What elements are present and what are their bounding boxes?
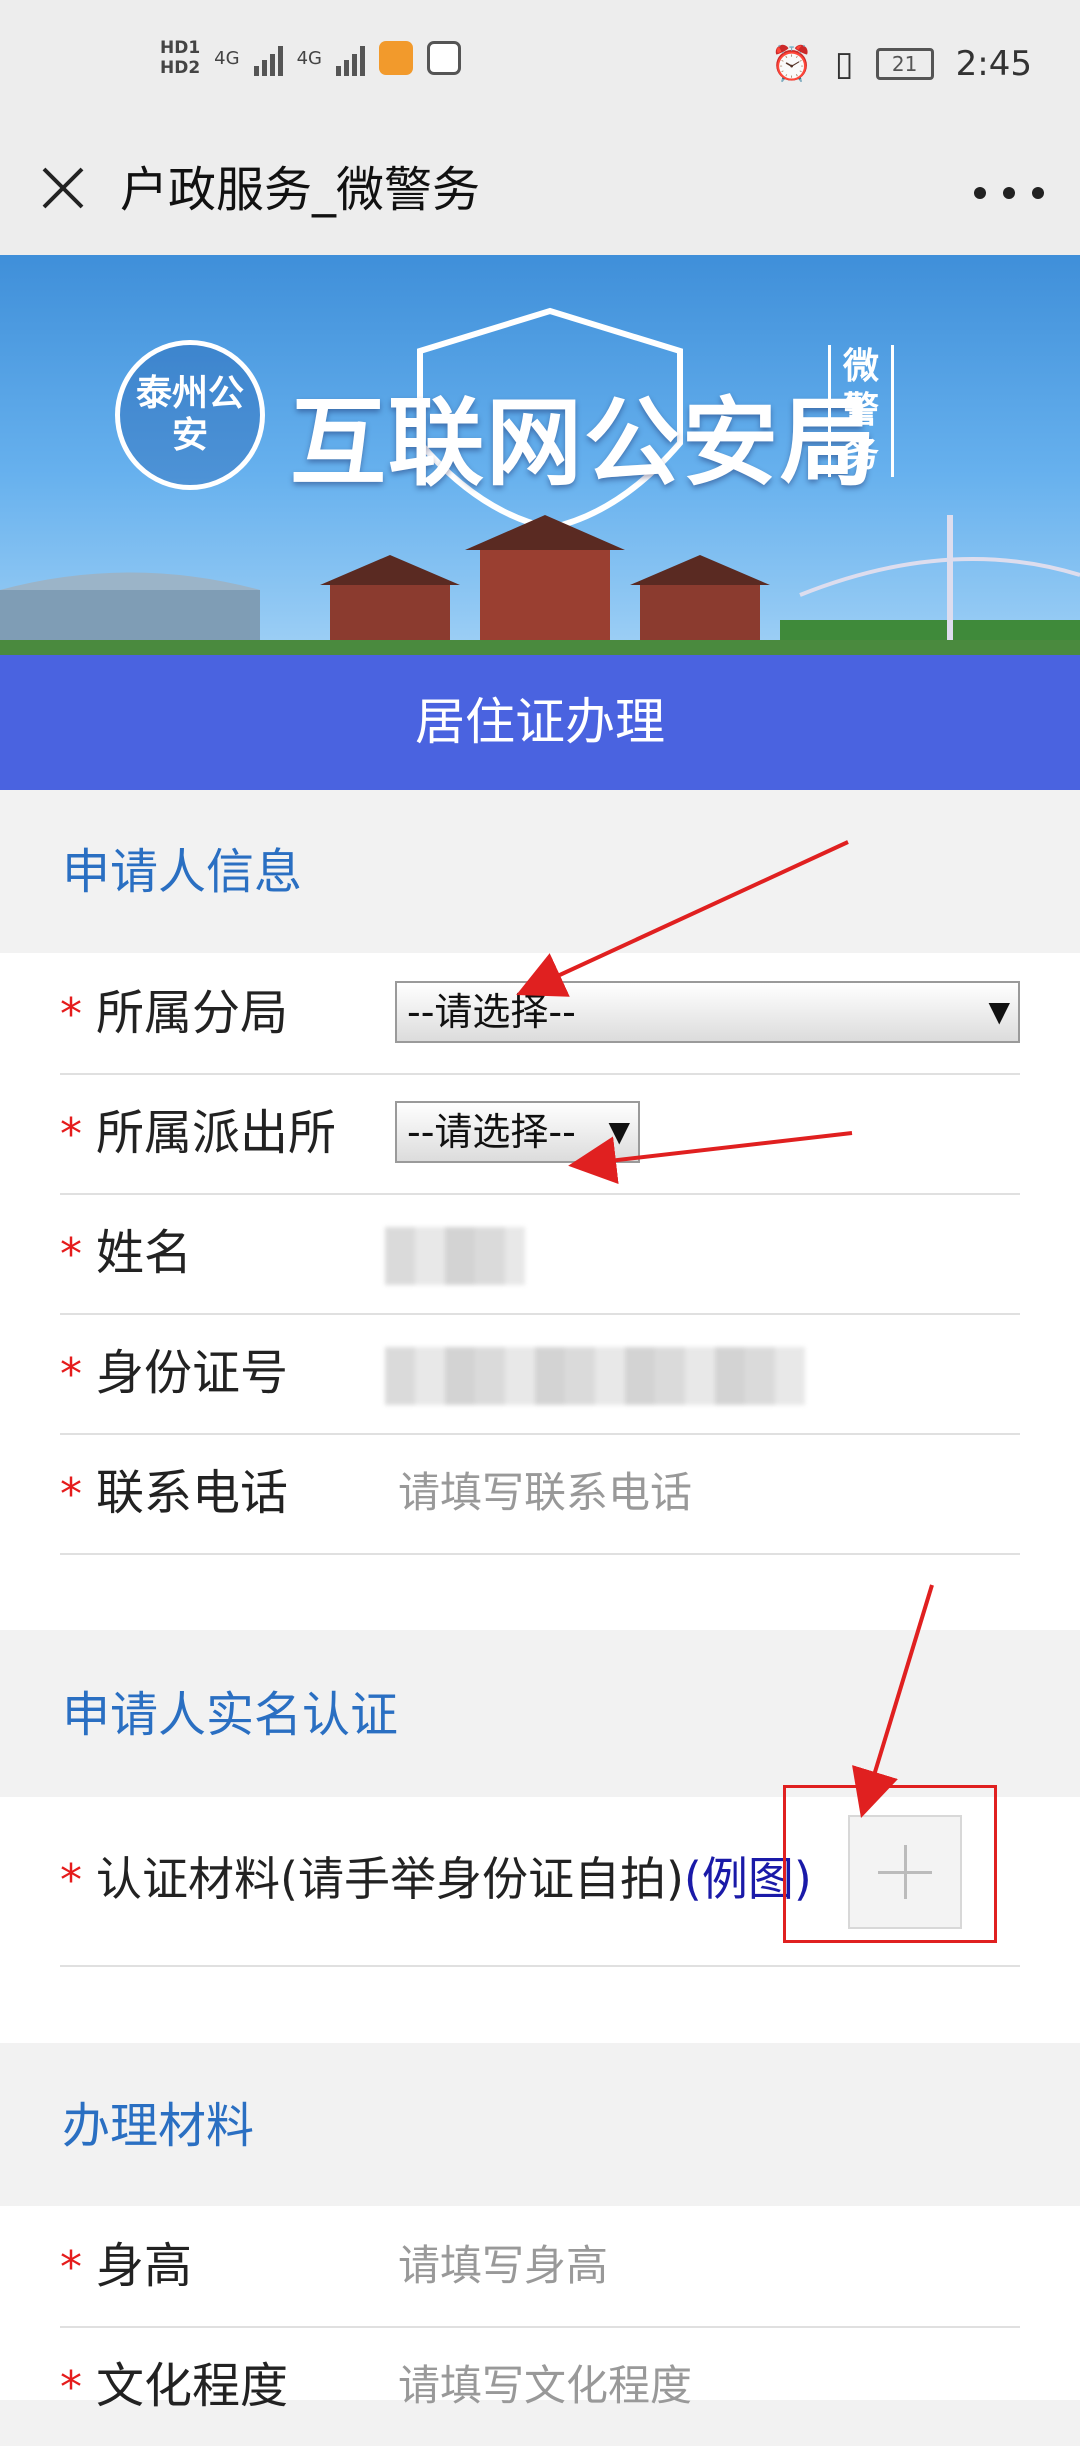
- annotation-arrow-branch: [516, 840, 849, 997]
- annotation-arrow-station: [568, 1131, 853, 1185]
- annotation-arrows: [516, 840, 934, 1818]
- annotation-arrow-upload: [852, 1584, 934, 1818]
